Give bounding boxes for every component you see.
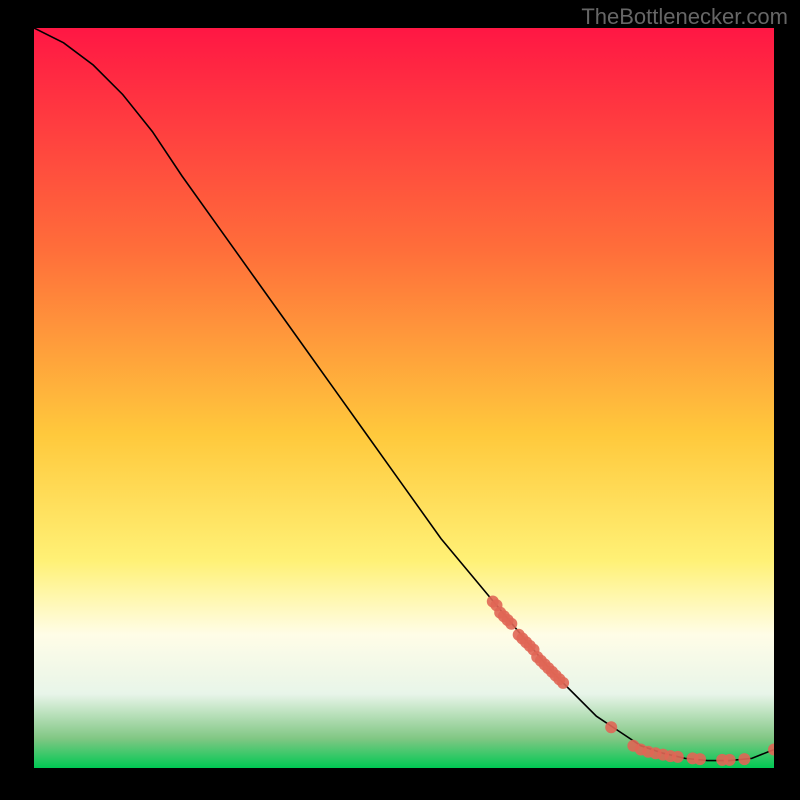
data-point [605,721,617,733]
chart-container: TheBottlenecker.com [0,0,800,800]
plot-area [34,28,774,768]
chart-svg [34,28,774,768]
data-point [724,754,736,766]
data-point [738,753,750,765]
data-point [557,677,569,689]
data-point [694,753,706,765]
chart-background [34,28,774,768]
watermark-text: TheBottlenecker.com [581,4,788,30]
data-point [672,751,684,763]
data-point [505,618,517,630]
